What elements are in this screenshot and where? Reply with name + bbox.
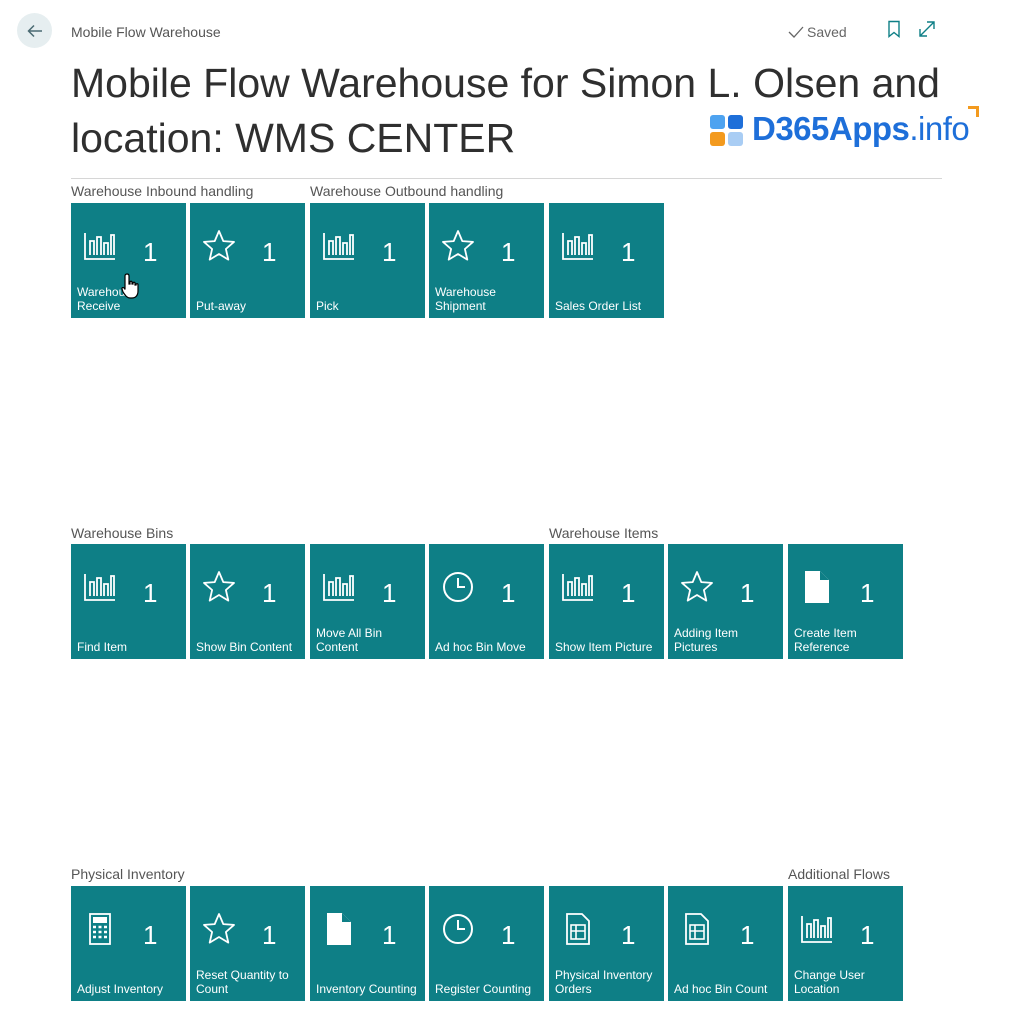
tile-label: Adding Item Pictures — [674, 626, 739, 654]
tile-show-item-picture[interactable]: 1 Show Item Picture — [549, 544, 664, 659]
tile-ad-hoc-bin-count[interactable]: 1 Ad hoc Bin Count — [668, 886, 783, 1001]
saved-status: Saved — [788, 24, 847, 40]
tile-show-bin-content[interactable]: 1 Show Bin Content — [190, 544, 305, 659]
tile-adding-item-pictures[interactable]: 1 Adding Item Pictures — [668, 544, 783, 659]
checkmark-icon — [788, 26, 804, 38]
bar-chart-icon — [801, 916, 832, 943]
tile-create-item-reference[interactable]: 1 Create Item Reference — [788, 544, 903, 659]
bar-chart-icon — [562, 233, 593, 260]
report-icon — [685, 913, 709, 945]
tile-count: 1 — [621, 237, 636, 267]
tile-label: Inventory Counting — [316, 982, 417, 996]
tile-label: Sales Order List — [555, 299, 642, 313]
tile-count: 1 — [143, 578, 158, 608]
document-icon — [327, 913, 351, 945]
calculator-icon — [89, 913, 111, 945]
tile-count: 1 — [143, 920, 158, 950]
clock-icon — [443, 914, 473, 944]
document-icon — [805, 571, 829, 603]
tile-label: Move All Bin Content — [316, 626, 383, 654]
tile-label: Pick — [316, 299, 339, 313]
bar-chart-icon — [84, 233, 115, 260]
tile-count: 1 — [860, 920, 875, 950]
tile-count: 1 — [262, 920, 277, 950]
hand-pointer-icon — [121, 273, 139, 299]
report-icon — [566, 913, 590, 945]
tile-label: Reset Quantity to Count — [196, 968, 289, 996]
tile-count: 1 — [382, 578, 397, 608]
tile-move-all-bin-content[interactable]: 1 Move All Bin Content — [310, 544, 425, 659]
tile-ad-hoc-bin-move[interactable]: 1 Ad hoc Bin Move — [429, 544, 544, 659]
tile-label: Put-away — [196, 299, 247, 313]
tile-label: Ad hoc Bin Count — [674, 982, 768, 996]
clock-icon — [443, 572, 473, 602]
tile-count: 1 — [501, 237, 516, 267]
star-icon — [681, 571, 713, 602]
tile-reset-quantity-to-count[interactable]: 1 Reset Quantity to Count — [190, 886, 305, 1001]
tile-register-counting[interactable]: 1 Register Counting — [429, 886, 544, 1001]
bar-chart-icon — [84, 574, 115, 601]
tile-label: Create Item Reference — [794, 626, 857, 654]
saved-label: Saved — [807, 24, 847, 40]
logo-tld: .info — [909, 110, 970, 147]
tile-label: Register Counting — [435, 982, 532, 996]
group-title-additional-flows: Additional Flows — [788, 866, 890, 882]
star-icon — [203, 913, 235, 944]
tile-adjust-inventory[interactable]: 1 Adjust Inventory — [71, 886, 186, 1001]
tile-label: Show Bin Content — [196, 640, 293, 654]
tile-count: 1 — [262, 237, 277, 267]
star-icon — [442, 230, 474, 261]
tile-count: 1 — [143, 237, 158, 267]
group-title-outbound: Warehouse Outbound handling — [310, 183, 504, 199]
tile-put-away[interactable]: 1 Put-away — [190, 203, 305, 318]
bar-chart-icon — [323, 233, 354, 260]
group-title-physical-inventory: Physical Inventory — [71, 866, 185, 882]
watermark-logo: D365Apps.info — [710, 106, 980, 150]
tile-pick[interactable]: 1 Pick — [310, 203, 425, 318]
group-title-inbound: Warehouse Inbound handling — [71, 183, 254, 199]
tile-count: 1 — [501, 578, 516, 608]
back-button[interactable] — [17, 13, 52, 48]
tile-physical-inventory-orders[interactable]: 1 Physical Inventory Orders — [549, 886, 664, 1001]
tile-count: 1 — [382, 237, 397, 267]
tile-count: 1 — [740, 578, 755, 608]
bar-chart-icon — [562, 574, 593, 601]
tile-label: Physical Inventory Orders — [555, 968, 653, 996]
tile-count: 1 — [860, 578, 875, 608]
logo-brand: D365Apps — [752, 110, 910, 147]
tile-label: Find Item — [77, 640, 128, 654]
expand-icon[interactable] — [918, 20, 936, 38]
back-arrow-icon — [26, 24, 42, 37]
tile-count: 1 — [382, 920, 397, 950]
tile-warehouse-receive[interactable]: 1 Warehouse Receive — [71, 203, 186, 318]
tile-find-item[interactable]: 1 Find Item — [71, 544, 186, 659]
tile-count: 1 — [621, 578, 636, 608]
bar-chart-icon — [323, 574, 354, 601]
tile-label: Change User Location — [794, 968, 865, 996]
header-divider — [71, 178, 942, 179]
tile-label: Show Item Picture — [555, 640, 653, 654]
tile-count: 1 — [501, 920, 516, 950]
star-icon — [203, 230, 235, 261]
tile-sales-order-list[interactable]: 1 Sales Order List — [549, 203, 664, 318]
tile-count: 1 — [621, 920, 636, 950]
tile-inventory-counting[interactable]: 1 Inventory Counting — [310, 886, 425, 1001]
logo-mark-icon — [710, 111, 746, 147]
tile-change-user-location[interactable]: 1 Change User Location — [788, 886, 903, 1001]
tile-warehouse-shipment[interactable]: 1 Warehouse Shipment — [429, 203, 544, 318]
tile-count: 1 — [740, 920, 755, 950]
logo-corner-mark — [968, 106, 980, 117]
tile-label: Warehouse Shipment — [435, 285, 496, 313]
group-title-items: Warehouse Items — [549, 525, 659, 541]
tile-label: Adjust Inventory — [77, 982, 164, 996]
tile-label: Ad hoc Bin Move — [435, 640, 526, 654]
bookmark-icon[interactable] — [885, 20, 903, 38]
star-icon — [203, 571, 235, 602]
breadcrumb[interactable]: Mobile Flow Warehouse — [71, 24, 221, 40]
group-title-bins: Warehouse Bins — [71, 525, 174, 541]
tile-count: 1 — [262, 578, 277, 608]
